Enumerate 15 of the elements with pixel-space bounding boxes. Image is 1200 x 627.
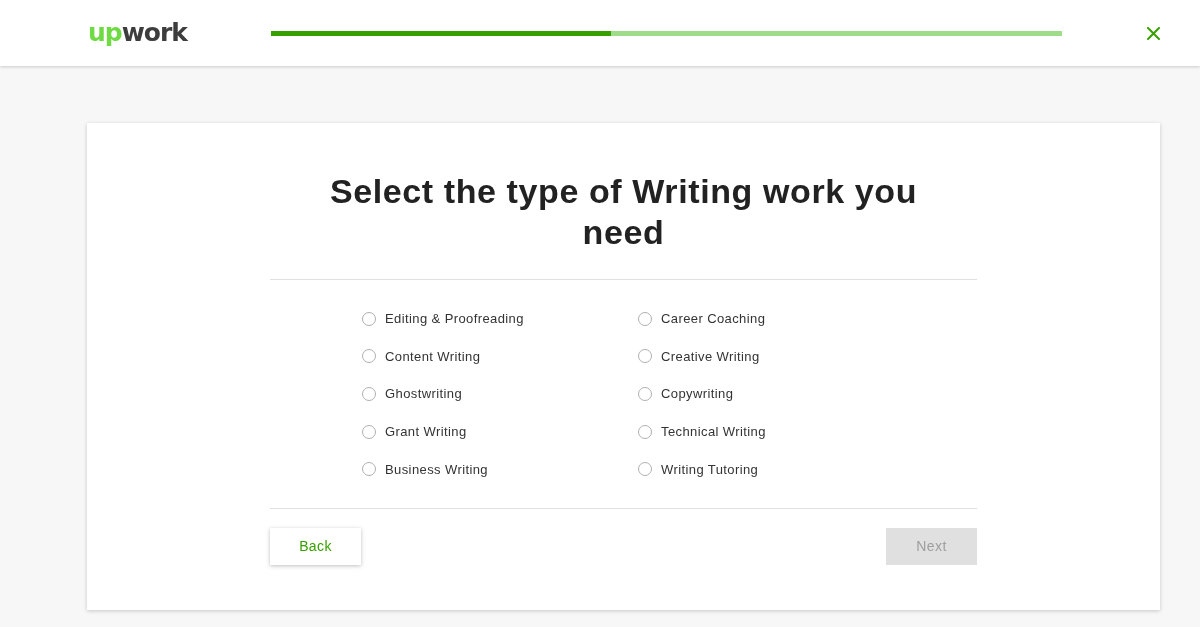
radio-option[interactable]: Career Coaching — [638, 300, 766, 338]
radio-option[interactable]: Grant Writing — [362, 412, 467, 451]
logo: upwork — [88, 19, 189, 45]
radio-option[interactable]: Editing & Proofreading — [362, 300, 524, 338]
radio-option[interactable]: Content Writing — [362, 337, 481, 376]
radio-option[interactable]: Business Writing — [362, 450, 488, 488]
card-title: Select the type of Writing work you need — [328, 171, 919, 253]
radio-option[interactable]: Creative Writing — [638, 337, 760, 376]
back-button[interactable]: Back — [270, 527, 361, 565]
close-button[interactable] — [1145, 25, 1161, 41]
radio-option[interactable]: Technical Writing — [638, 412, 766, 451]
close-icon — [1146, 26, 1160, 40]
radio-option[interactable]: Copywriting — [638, 375, 734, 413]
radio-option[interactable]: Writing Tutoring — [638, 450, 759, 488]
radio-option[interactable]: Ghostwriting — [362, 375, 463, 413]
